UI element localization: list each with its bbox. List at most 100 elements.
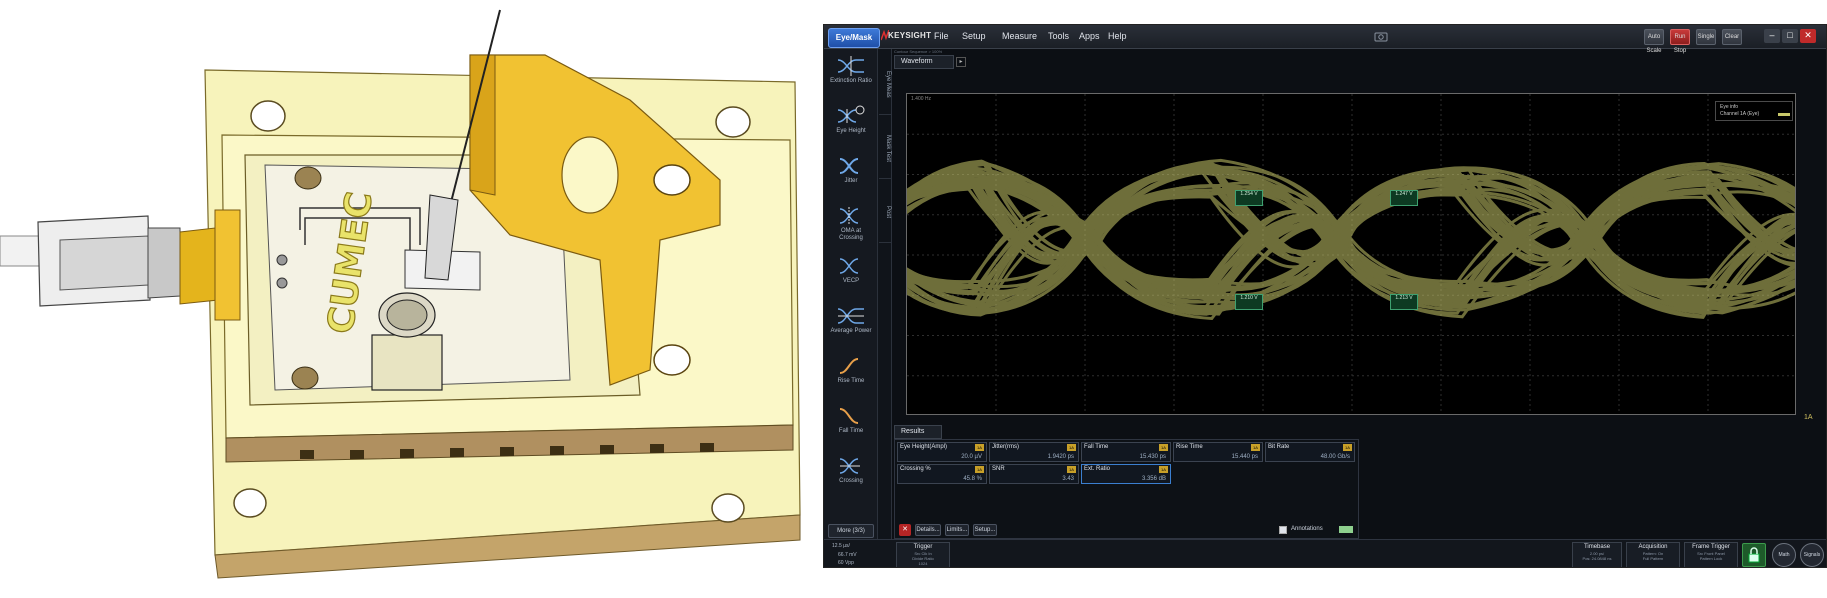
single-button[interactable]: Single xyxy=(1696,29,1716,45)
channel-scale-label: 1A xyxy=(1804,414,1813,421)
mount-hole xyxy=(250,100,286,132)
acquisition-title: Acquisition xyxy=(1638,544,1668,550)
eye-diagram-plot[interactable]: 1.400 Hz Eye info Channel 1A (Eye) 1.254… xyxy=(906,93,1796,415)
run-stop-button[interactable]: Run Stop xyxy=(1670,29,1690,54)
minimize-button[interactable]: – xyxy=(1764,29,1780,43)
tab-eye-meas[interactable]: Eye Meas xyxy=(879,55,891,115)
timebase-panel[interactable]: Timebase 2.00 ps/ Pos: 24.0848 ns xyxy=(1572,542,1622,567)
menu-setup[interactable]: Setup xyxy=(962,31,986,41)
eye-mask-mode-button[interactable]: Eye/Mask xyxy=(828,28,880,48)
frame-trigger-panel[interactable]: Frame Trigger Src Front Panel Pattern Lo… xyxy=(1684,542,1738,567)
maximize-button[interactable]: □ xyxy=(1782,29,1798,43)
annotations-color-swatch[interactable] xyxy=(1339,526,1353,533)
menu-file[interactable]: File xyxy=(934,31,949,41)
measure-jitter[interactable]: Jitter xyxy=(829,155,873,199)
result-jitter[interactable]: Jitter(rms) 1A 1.9420 ps xyxy=(989,442,1079,462)
measure-average-power[interactable]: Average Power xyxy=(829,305,873,349)
measure-vecp[interactable]: VECP xyxy=(829,255,873,299)
tab-post[interactable]: Post xyxy=(879,183,891,243)
measure-oma[interactable]: OMA at Crossing xyxy=(829,205,873,249)
lock-icon[interactable] xyxy=(1742,543,1766,567)
measure-label: VECP xyxy=(842,278,860,284)
screw xyxy=(276,254,288,266)
signals-button[interactable]: Signals xyxy=(1800,543,1824,567)
result-snr[interactable]: SNR 1A 3.43 xyxy=(989,464,1079,484)
measure-label: Rise Time xyxy=(837,378,865,384)
tab-mask-test[interactable]: Mask Test xyxy=(879,119,891,179)
bracket-hole xyxy=(653,164,691,196)
channel-scale[interactable]: 12.5 µs/ xyxy=(832,543,850,549)
more-measurements-button[interactable]: More (3/3) xyxy=(828,524,874,538)
result-badge: 1A xyxy=(1067,466,1076,473)
measure-crossing[interactable]: Crossing xyxy=(829,455,873,499)
result-bit-rate[interactable]: Bit Rate 1A 48.00 Gb/s xyxy=(1265,442,1355,462)
legend-channel: Channel 1A (Eye) xyxy=(1720,111,1760,117)
result-name: Fall Time xyxy=(1084,444,1109,450)
eye-marker[interactable]: 1.213 V xyxy=(1390,294,1418,310)
result-badge: 1A xyxy=(1067,444,1076,451)
measure-label: Eye Height xyxy=(836,128,866,134)
eye-marker[interactable]: 1.254 V xyxy=(1235,190,1263,206)
substrate-hole xyxy=(294,166,322,190)
result-badge: 1A xyxy=(1159,466,1168,473)
result-name: SNR xyxy=(992,466,1005,472)
oma-icon xyxy=(839,207,859,225)
result-value: 48.00 Gb/s xyxy=(1320,454,1350,460)
eye-marker[interactable]: 1.247 V xyxy=(1390,190,1418,206)
result-crossing[interactable]: Crossing % 1A 45.8 % xyxy=(897,464,987,484)
result-badge: 1A xyxy=(1251,444,1260,451)
result-eye-height[interactable]: Eye Height(Ampl) 1A 20.0 µV xyxy=(897,442,987,462)
measure-rise-time[interactable]: Rise Time xyxy=(829,355,873,399)
jitter-icon xyxy=(839,158,859,174)
measure-eye-height[interactable]: Eye Height xyxy=(829,105,873,149)
result-badge: 1A xyxy=(1343,444,1352,451)
tab-waveform[interactable]: Waveform xyxy=(894,55,954,69)
tab-results[interactable]: Results xyxy=(894,425,942,439)
fall-time-icon xyxy=(839,408,859,424)
frame-trigger-title: Frame Trigger xyxy=(1692,544,1730,550)
rise-time-icon xyxy=(839,358,859,374)
menu-apps[interactable]: Apps xyxy=(1079,31,1100,41)
crossing-icon xyxy=(839,458,860,474)
result-value: 20.0 µV xyxy=(961,454,982,460)
result-value: 1.9420 ps xyxy=(1047,454,1074,460)
acquisition-panel[interactable]: Acquisition Pattern: On Full Pattern xyxy=(1626,542,1680,567)
result-ext-ratio[interactable]: Ext. Ratio 1A 3.356 dB xyxy=(1081,464,1171,484)
coax-cable xyxy=(0,235,41,267)
math-button[interactable]: Math xyxy=(1772,543,1796,567)
clear-button[interactable]: Clear xyxy=(1722,29,1742,45)
menu-bar: Eye/Mask KEYSIGHT File Setup Measure Too… xyxy=(824,25,1826,54)
waveform-expand-button[interactable]: ▸ xyxy=(956,57,966,67)
result-value: 15.430 ps xyxy=(1139,454,1166,460)
clear-results-icon[interactable]: ✕ xyxy=(899,524,911,536)
brand-name: KEYSIGHT xyxy=(888,31,932,40)
scope-window: Eye/Mask KEYSIGHT File Setup Measure Too… xyxy=(823,24,1827,568)
measure-extinction-ratio[interactable]: Extinction Ratio xyxy=(829,55,873,99)
measurement-toolbar: Extinction Ratio Eye Height Jitter OMA a… xyxy=(824,49,878,539)
measure-label: Average Power xyxy=(830,328,872,334)
average-power-icon xyxy=(837,308,864,324)
details-button[interactable]: Details... xyxy=(915,524,941,536)
result-fall-time[interactable]: Fall Time 1A 15.430 ps xyxy=(1081,442,1171,462)
result-value: 3.43 xyxy=(1062,476,1074,482)
annotations-checkbox[interactable] xyxy=(1279,526,1287,534)
measure-label: Jitter xyxy=(844,178,858,184)
menu-tools[interactable]: Tools xyxy=(1048,31,1069,41)
setup-button[interactable]: Setup... xyxy=(973,524,997,536)
close-button[interactable]: ✕ xyxy=(1800,29,1816,43)
screenshot-camera-icon[interactable] xyxy=(1374,31,1388,42)
result-badge: 1A xyxy=(975,444,984,451)
trigger-panel[interactable]: Trigger Src Clk In Divide Ratio 1024 xyxy=(896,542,950,567)
menu-help[interactable]: Help xyxy=(1108,31,1127,41)
eye-marker[interactable]: 1.210 V xyxy=(1235,294,1263,310)
result-name: Ext. Ratio xyxy=(1084,466,1111,472)
mount-hole xyxy=(711,493,745,523)
menu-measure[interactable]: Measure xyxy=(1002,31,1037,41)
result-name: Crossing % xyxy=(900,466,931,472)
measure-fall-time[interactable]: Fall Time xyxy=(829,405,873,449)
result-value: 45.8 % xyxy=(963,476,982,482)
limits-button[interactable]: Limits... xyxy=(945,524,969,536)
result-rise-time[interactable]: Rise Time 1A 15.440 ps xyxy=(1173,442,1263,462)
auto-scale-button[interactable]: Auto Scale xyxy=(1644,29,1664,54)
measure-label: Fall Time xyxy=(838,428,864,434)
